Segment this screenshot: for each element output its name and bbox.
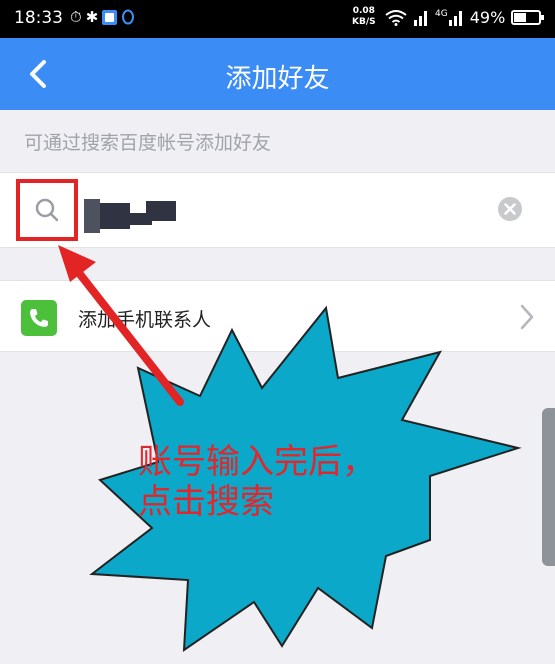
status-bar: 18:33 ⏱ ✱ 0.08 KB/S 4G 49% xyxy=(0,0,555,38)
network-speed: 0.08 KB/S xyxy=(352,6,376,28)
network-type: 4G xyxy=(435,8,448,19)
status-time: 18:33 xyxy=(14,8,63,28)
app-shield-icon xyxy=(102,9,118,25)
annotation-arrow-head xyxy=(58,245,96,282)
speed-value: 0.08 xyxy=(352,6,375,16)
status-icons-left: ⏱ ✱ xyxy=(70,8,135,26)
page-title: 添加好友 xyxy=(225,64,330,94)
phone-icon xyxy=(21,300,57,336)
scroll-handle[interactable] xyxy=(542,408,555,566)
signal-icon-2 xyxy=(448,10,462,26)
app-header: 添加好友 xyxy=(0,38,555,110)
chevron-right-icon xyxy=(520,304,534,330)
annotation-text: 账号输入完后， 点击搜索 xyxy=(138,442,376,522)
battery-percent: 49% xyxy=(469,8,506,27)
battery-icon xyxy=(511,10,545,25)
alarm-icon: ⏱ xyxy=(70,8,82,26)
search-icon xyxy=(35,198,59,222)
wifi-icon xyxy=(385,9,407,26)
annotation-line-2: 点击搜索 xyxy=(138,482,274,522)
signal-icon xyxy=(414,10,427,26)
status-icons-right: 4G 49% xyxy=(385,8,545,27)
search-bar xyxy=(0,172,555,248)
add-phone-contacts[interactable]: 添加手机联系人 xyxy=(0,280,555,352)
speed-unit: KB/S xyxy=(352,17,376,27)
annotation-line-1: 账号输入完后， xyxy=(138,442,376,482)
add-phone-contacts-label: 添加手机联系人 xyxy=(78,309,212,331)
bluetooth-icon: ✱ xyxy=(85,8,99,26)
search-button[interactable] xyxy=(16,179,78,241)
search-hint: 可通过搜索百度帐号添加好友 xyxy=(24,132,272,154)
qq-icon xyxy=(122,9,135,25)
clear-icon[interactable] xyxy=(497,196,523,222)
search-input[interactable] xyxy=(86,191,466,231)
